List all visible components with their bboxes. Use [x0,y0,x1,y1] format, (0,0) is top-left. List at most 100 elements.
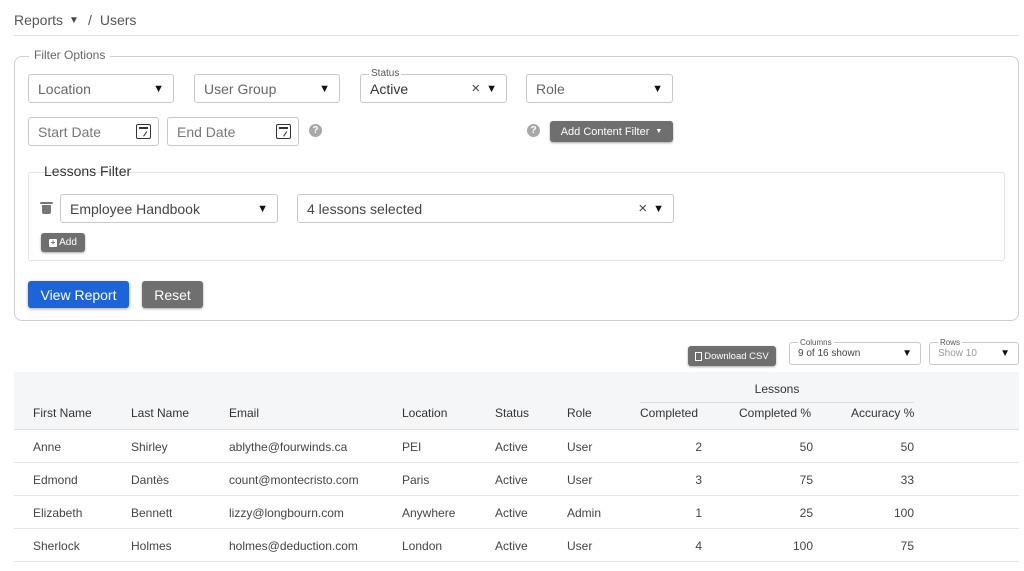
caret-down-icon: ▼ [153,82,164,95]
calendar-icon[interactable] [276,124,291,139]
column-header-completed-percent[interactable]: Completed % [739,406,811,420]
cell-status: Active [495,473,528,487]
breadcrumb-reports[interactable]: Reports [14,12,63,28]
cell-location: Anywhere [402,506,456,520]
cell-last-name: Dantès [131,473,170,487]
view-report-label: View Report [40,286,117,303]
cell-email: holmes@deduction.com [229,539,358,553]
breadcrumb-divider [14,35,1019,36]
download-csv-label: Download CSV [704,350,769,362]
table-row: Sherlock Holmes holmes@deduction.com Lon… [14,529,1019,562]
column-header-status[interactable]: Status [495,406,529,420]
help-icon[interactable]: ? [527,124,540,137]
content-select-value: Employee Handbook [70,200,200,217]
content-select[interactable]: Employee Handbook ▼ [60,194,278,223]
cell-status: Active [495,440,528,454]
reset-button[interactable]: Reset [142,281,203,308]
cell-completed: 3 [695,473,702,487]
close-icon[interactable]: × [471,80,480,97]
rows-select-label: Rows [938,338,963,348]
caret-down-icon: ▼ [319,82,330,95]
cell-role: User [567,539,593,553]
status-select-value: Active [370,80,409,97]
status-select[interactable]: Status Active × ▼ [360,69,507,103]
caret-down-icon: ▼ [257,202,268,215]
lessons-select-value: 4 lessons selected [307,200,423,217]
filter-options-legend: Filter Options [29,48,111,62]
trash-icon[interactable] [40,202,53,214]
cell-location: Paris [402,473,430,487]
cell-completed: 1 [695,506,702,520]
column-header-role[interactable]: Role [567,406,592,420]
cell-accuracy-percent: 50 [900,440,914,454]
caret-down-icon: ▼ [652,82,663,95]
caret-down-icon[interactable]: ▼ [69,15,79,26]
columns-select[interactable]: Columns 9 of 16 shown ▼ [789,338,921,365]
column-header-first-name[interactable]: First Name [33,406,92,420]
cell-last-name: Bennett [131,506,173,520]
cell-completed-percent: 75 [799,473,813,487]
rows-select-value: Show 10 [938,348,977,359]
cell-location: London [402,539,443,553]
caret-down-icon: ▼ [902,348,912,359]
cell-first-name: Sherlock [33,539,80,553]
add-content-filter-button[interactable]: Add Content Filter ▼ [550,121,673,142]
download-csv-button[interactable]: Download CSV [688,346,776,366]
lessons-select[interactable]: 4 lessons selected × ▼ [297,194,674,223]
view-report-button[interactable]: View Report [28,281,129,308]
cell-location: PEI [402,440,422,454]
role-select[interactable]: Role ▼ [526,74,673,103]
document-icon [695,351,703,361]
cell-first-name: Elizabeth [33,506,83,520]
table-row: Edmond Dantès count@montecristo.com Pari… [14,463,1019,496]
start-date-input[interactable]: Start Date [28,117,159,146]
cell-first-name: Anne [33,440,62,454]
cell-first-name: Edmond [33,473,78,487]
column-header-last-name[interactable]: Last Name [131,406,189,420]
add-content-filter-label: Add Content Filter [560,125,650,138]
table-header [14,372,1019,430]
cell-completed: 4 [695,539,702,553]
columns-select-label: Columns [798,338,834,348]
end-date-input[interactable]: End Date [167,117,299,146]
column-header-accuracy-percent[interactable]: Accuracy % [851,406,914,420]
breadcrumb-separator: / [87,12,92,28]
cell-last-name: Holmes [131,539,172,553]
columns-select-value: 9 of 16 shown [798,348,861,359]
column-header-email[interactable]: Email [229,406,259,420]
table-row: Elizabeth Bennett lizzy@longbourn.com An… [14,496,1019,529]
column-header-location[interactable]: Location [402,406,447,420]
lessons-filter-title: Lessons Filter [44,163,132,179]
role-select-value: Role [536,80,565,97]
reset-label: Reset [154,286,191,303]
caret-down-icon: ▼ [653,202,664,215]
add-lesson-button[interactable]: + Add [41,233,85,252]
cell-email: ablythe@fourwinds.ca [229,440,348,454]
cell-completed-percent: 50 [799,440,813,454]
cell-status: Active [495,506,528,520]
help-icon[interactable]: ? [309,124,322,137]
breadcrumb-users: Users [99,12,137,28]
caret-down-icon: ▼ [486,82,497,95]
caret-down-icon: ▼ [1000,348,1010,359]
calendar-icon[interactable] [136,124,151,139]
cell-email: count@montecristo.com [229,473,359,487]
cell-completed-percent: 25 [799,506,813,520]
lessons-group-divider [640,402,914,403]
add-lesson-label: Add [59,237,77,248]
cell-accuracy-percent: 100 [893,506,914,520]
cell-role: User [567,440,593,454]
close-icon[interactable]: × [638,200,647,217]
start-date-placeholder: Start Date [38,123,102,140]
rows-select[interactable]: Rows Show 10 ▼ [929,338,1019,365]
location-select[interactable]: Location ▼ [28,74,174,103]
user-group-select[interactable]: User Group ▼ [194,74,340,103]
column-header-completed[interactable]: Completed [640,406,698,420]
cell-role: Admin [567,506,602,520]
breadcrumb: Reports ▼ / Users [14,10,136,30]
cell-accuracy-percent: 33 [900,473,914,487]
cell-email: lizzy@longbourn.com [229,506,344,520]
status-select-label: Status [369,68,402,79]
cell-status: Active [495,539,528,553]
location-select-value: Location [38,80,91,97]
